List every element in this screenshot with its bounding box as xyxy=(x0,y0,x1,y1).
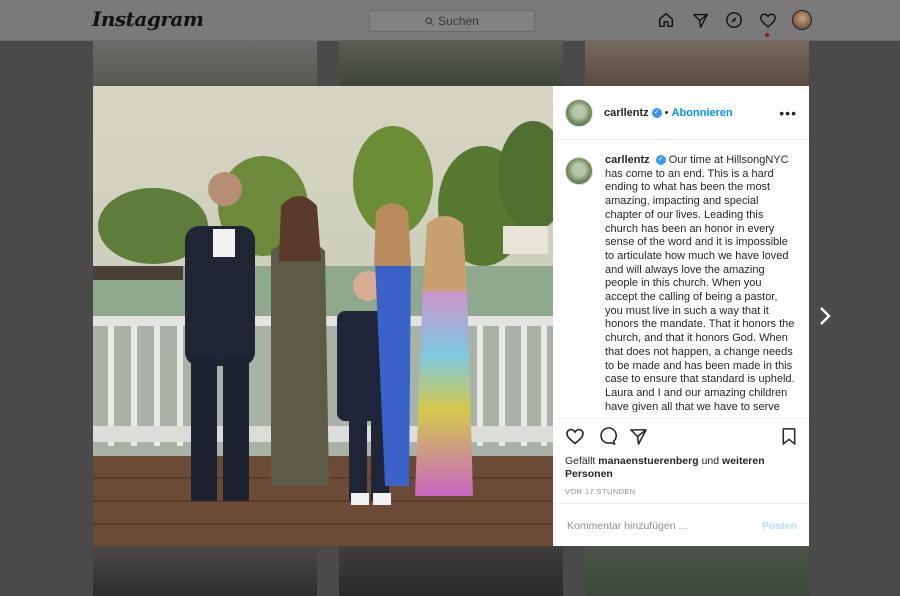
explore-icon[interactable] xyxy=(724,10,744,30)
verified-badge-icon: ✓ xyxy=(655,155,666,166)
likes-connector: und xyxy=(701,455,720,467)
follow-button[interactable]: Abonnieren xyxy=(672,107,733,119)
share-icon[interactable] xyxy=(629,427,648,451)
caption-text-block: carllentz ✓ Our time at HillsongNYC has … xyxy=(605,154,795,412)
grid-thumbnail[interactable] xyxy=(339,40,563,86)
caption-area[interactable]: carllentz ✓ Our time at HillsongNYC has … xyxy=(565,154,799,412)
post-photo[interactable] xyxy=(93,86,553,546)
comment-input[interactable] xyxy=(565,518,762,533)
caption-text: Our time at HillsongNYC has come to an e… xyxy=(605,154,795,412)
verified-badge-icon: ✓ xyxy=(651,107,662,118)
post-timestamp[interactable]: VOR 17 STUNDEN xyxy=(565,487,636,496)
instagram-logo[interactable]: Instagram xyxy=(92,7,204,31)
grid-thumbnail[interactable] xyxy=(585,40,809,86)
post-comment-button[interactable]: Posten xyxy=(762,520,797,532)
post-actions: Gefällt manaenstuerenberg und weiteren P… xyxy=(553,418,809,547)
author-avatar[interactable] xyxy=(565,98,593,127)
search-box[interactable]: Suchen xyxy=(369,10,535,32)
grid-thumbnail[interactable] xyxy=(93,40,317,86)
next-arrow-icon[interactable] xyxy=(815,304,835,328)
bookmark-icon[interactable] xyxy=(781,427,797,451)
author-username[interactable]: carllentz xyxy=(604,107,649,119)
likes-summary: Gefällt manaenstuerenberg und weiteren P… xyxy=(565,455,795,481)
caption-author-avatar[interactable] xyxy=(565,157,593,185)
search-icon xyxy=(425,16,434,25)
more-options-icon[interactable]: ••• xyxy=(779,105,797,121)
grid-thumbnail[interactable] xyxy=(339,546,563,596)
heart-icon[interactable] xyxy=(758,10,778,30)
caption-username[interactable]: carllentz xyxy=(605,154,650,166)
grid-thumbnail[interactable] xyxy=(585,546,809,596)
likes-prefix: Gefällt xyxy=(565,455,596,467)
post-header: carllentz ✓ • Abonnieren ••• xyxy=(553,86,809,140)
profile-avatar[interactable] xyxy=(792,10,812,30)
like-heart-icon[interactable] xyxy=(565,427,585,451)
top-nav: Instagram Suchen xyxy=(0,0,900,41)
search-placeholder: Suchen xyxy=(438,14,479,28)
notification-dot xyxy=(765,33,769,37)
comment-box: Posten xyxy=(553,503,809,547)
likes-user[interactable]: manaenstuerenberg xyxy=(598,455,698,467)
direct-icon[interactable] xyxy=(690,10,710,30)
grid-thumbnail[interactable] xyxy=(93,546,317,596)
post-panel: carllentz ✓ • Abonnieren ••• carllentz ✓… xyxy=(553,86,809,546)
comment-icon[interactable] xyxy=(597,427,617,451)
separator-dot: • xyxy=(664,106,669,119)
home-icon[interactable] xyxy=(656,10,676,30)
